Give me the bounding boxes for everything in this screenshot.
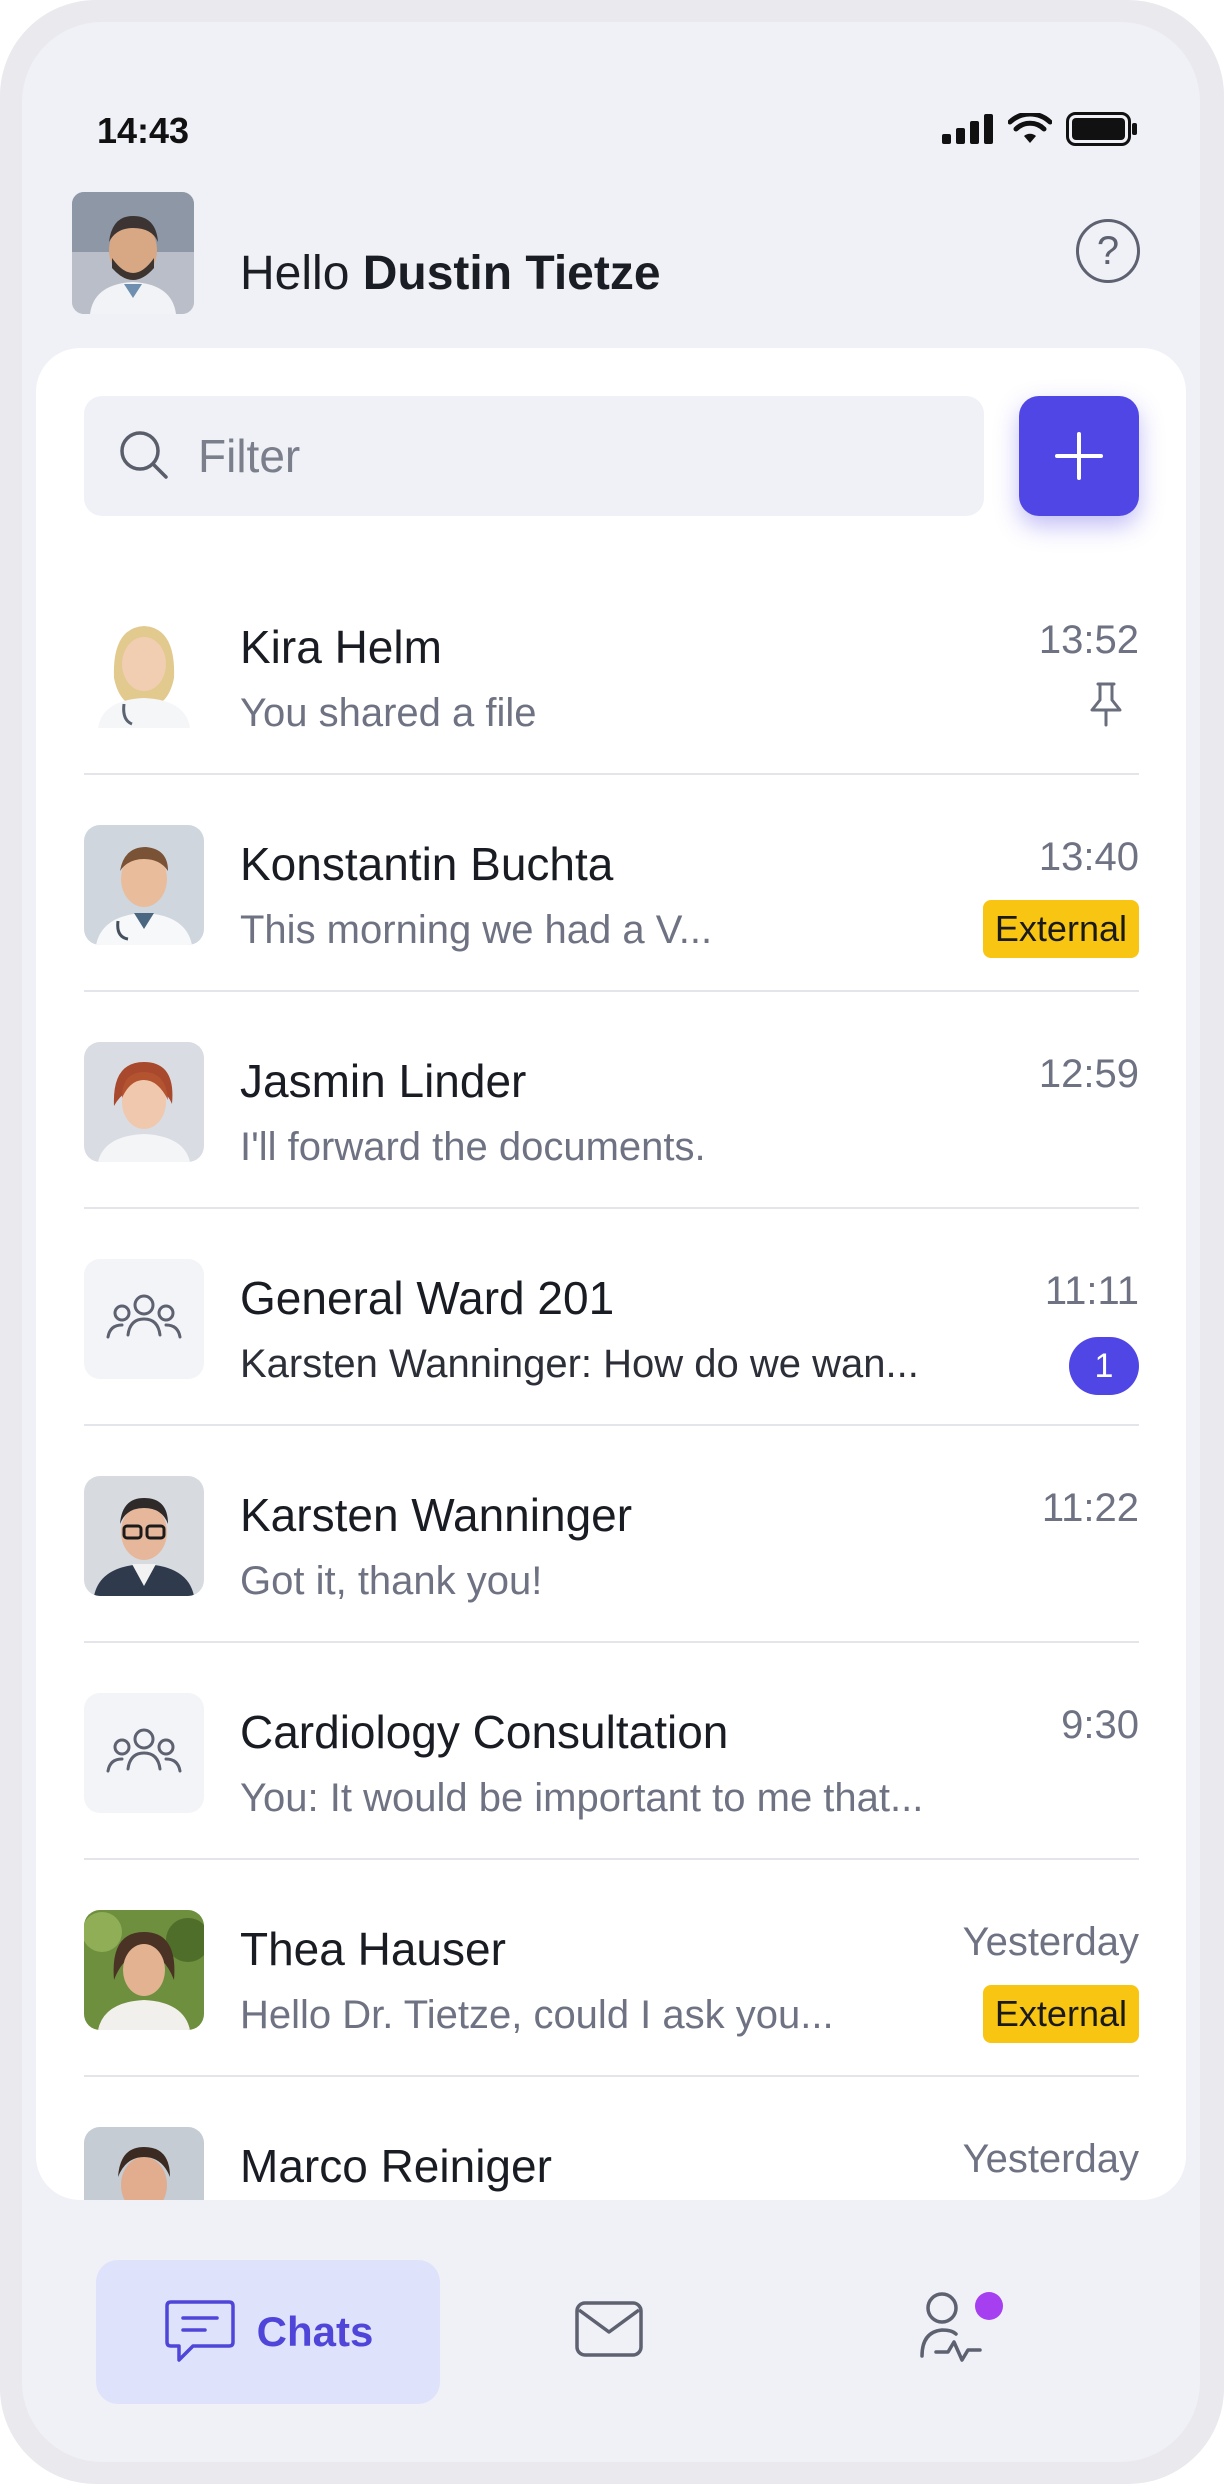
chat-name: Karsten Wanninger — [240, 1489, 633, 1541]
chat-name: Thea Hauser — [240, 1923, 506, 1975]
avatar — [84, 608, 204, 728]
avatar — [84, 1042, 204, 1162]
help-button[interactable]: ? — [1076, 219, 1140, 283]
chat-preview: You: It would be important to me that... — [240, 1776, 924, 1820]
question-mark-icon: ? — [1096, 228, 1120, 273]
chat-time: 9:30 — [1061, 1703, 1139, 1747]
chat-name: Cardiology Consultation — [240, 1706, 729, 1758]
chat-preview: You shared a file — [240, 691, 537, 735]
nav-chats-label: Chats — [256, 2308, 374, 2355]
search-bar[interactable] — [84, 396, 984, 516]
group-icon — [106, 1294, 182, 1339]
chat-time: 12:59 — [1038, 1052, 1139, 1096]
chat-preview: Got it, thank you! — [240, 1559, 543, 1603]
avatar — [84, 1476, 204, 1596]
chat-time: 11:11 — [1044, 1269, 1139, 1313]
chat-item-cardiology-consultation[interactable]: Cardiology Consultation You: It would be… — [84, 1643, 1139, 1860]
chat-name: Konstantin Buchta — [240, 838, 614, 890]
chat-item-kira-helm[interactable]: Kira Helm You shared a file 13:52 — [84, 558, 1139, 775]
chat-name: Kira Helm — [240, 621, 442, 673]
chat-name: Marco Reiniger — [240, 2140, 552, 2192]
notification-dot — [975, 2292, 1003, 2320]
chat-item-konstantin-buchta[interactable]: Konstantin Buchta This morning we had a … — [84, 775, 1139, 992]
external-badge: External — [982, 1985, 1139, 2043]
group-icon — [106, 1728, 182, 1773]
screen: 14:43 Hello Dustin Tietze ? Filter Kira … — [22, 22, 1200, 2462]
pin-icon — [1090, 682, 1122, 727]
group-avatar — [84, 1693, 204, 1813]
profile-pulse-icon — [920, 2292, 982, 2362]
search-input[interactable] — [196, 428, 960, 484]
greeting-prefix: Hello — [240, 247, 363, 300]
chat-list-card: Kira Helm You shared a file 13:52 — [36, 348, 1186, 2200]
mail-icon — [575, 2301, 643, 2357]
nav-tab-mail[interactable] — [574, 2300, 644, 2363]
phone-frame: 14:43 Hello Dustin Tietze ? Filter Kira … — [0, 0, 1224, 2484]
chat-time: 13:52 — [1038, 618, 1139, 662]
chat-bubble-icon — [164, 2300, 235, 2362]
chat-name: General Ward 201 — [240, 1272, 615, 1324]
group-avatar — [84, 1259, 204, 1379]
avatar — [84, 825, 204, 945]
search-icon — [120, 431, 168, 479]
battery-icon — [1066, 112, 1137, 146]
unread-count-badge: 1 — [1069, 1337, 1139, 1395]
status-time: 14:43 — [97, 110, 190, 151]
chat-item-thea-hauser[interactable]: Thea Hauser Hello Dr. Tietze, could I as… — [84, 1860, 1139, 2077]
bottom-navigation: Chats — [22, 2200, 1200, 2462]
user-avatar[interactable] — [72, 192, 194, 314]
plus-icon — [1055, 432, 1103, 480]
chat-item-general-ward-201[interactable]: General Ward 201 Karsten Wanninger: How … — [84, 1209, 1139, 1426]
wifi-icon — [1008, 113, 1052, 143]
avatar — [84, 1910, 204, 2030]
avatar — [84, 2127, 204, 2200]
chat-preview: Hello Dr. Tietze, could I ask you... — [240, 1993, 834, 2037]
chat-name: Jasmin Linder — [240, 1055, 527, 1107]
chat-item-marco-reiniger[interactable]: Marco Reiniger Yesterday — [84, 2077, 1139, 2200]
chat-list: Kira Helm You shared a file 13:52 Konsta… — [84, 558, 1139, 2200]
nav-tab-profile[interactable] — [918, 2290, 984, 2371]
chat-time: 11:22 — [1041, 1486, 1139, 1530]
status-icons — [942, 112, 1138, 146]
chat-time: Yesterday — [962, 2137, 1139, 2181]
chat-time: 13:40 — [1038, 835, 1139, 879]
nav-tab-chats[interactable]: Chats — [96, 2260, 440, 2404]
chat-item-jasmin-linder[interactable]: Jasmin Linder I'll forward the documents… — [84, 992, 1139, 1209]
chat-preview: I'll forward the documents. — [240, 1125, 706, 1169]
cellular-signal-icon — [942, 114, 993, 144]
chat-time: Yesterday — [962, 1920, 1139, 1964]
external-badge: External — [982, 900, 1139, 958]
chat-preview: Karsten Wanninger: How do we wan... — [240, 1342, 919, 1386]
chat-item-karsten-wanninger[interactable]: Karsten Wanninger Got it, thank you! 11:… — [84, 1426, 1139, 1643]
chat-preview: This morning we had a V... — [240, 908, 713, 952]
user-name: Dustin Tietze — [362, 247, 661, 300]
greeting: Hello Dustin Tietze — [240, 246, 661, 301]
new-chat-button[interactable] — [1019, 396, 1139, 516]
